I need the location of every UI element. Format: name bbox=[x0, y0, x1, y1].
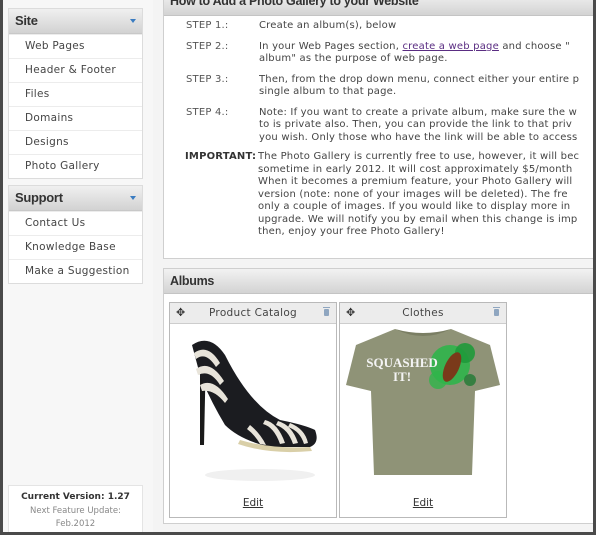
step-1: STEP 1.: Create an album(s), below bbox=[164, 20, 593, 33]
album-thumbnail-shoe[interactable] bbox=[170, 325, 336, 490]
sidebar-support-title: Support bbox=[15, 190, 63, 205]
albums-title: Albums bbox=[164, 269, 593, 294]
album-thumbnail-tshirt[interactable]: SQUASHED IT! bbox=[340, 325, 506, 490]
important-note: IMPORTANT: The Photo Gallery is currentl… bbox=[164, 151, 593, 239]
step-label: STEP 1.: bbox=[186, 20, 229, 31]
sidebar-item-knowledge-base[interactable]: Knowledge Base bbox=[9, 235, 142, 259]
album-header: ✥ Clothes bbox=[340, 303, 506, 324]
album-card-product-catalog: ✥ Product Catalog Edit bbox=[169, 302, 337, 518]
step-text: Note: If you want to create a private al… bbox=[259, 106, 578, 143]
album-card-clothes: ✥ Clothes SQUASHED IT! Edit bbox=[339, 302, 507, 518]
sidebar-item-photo-gallery[interactable]: Photo Gallery bbox=[9, 154, 142, 178]
version-info: Current Version: 1.27 Next Feature Updat… bbox=[8, 485, 143, 532]
steps-list: STEP 1.: Create an album(s), below STEP … bbox=[164, 20, 593, 239]
current-version: Current Version: 1.27 bbox=[21, 492, 130, 502]
album-name: Clothes bbox=[402, 307, 444, 319]
step-label: STEP 2.: bbox=[186, 40, 229, 52]
step-2: STEP 2.: In your Web Pages section, crea… bbox=[164, 41, 593, 66]
howto-panel: How to Add a Photo Gallery to your Websi… bbox=[163, 0, 593, 259]
step-4: STEP 4.: Note: If you want to create a p… bbox=[164, 107, 593, 145]
chevron-down-icon[interactable] bbox=[130, 196, 136, 200]
sidebar-item-make-suggestion[interactable]: Make a Suggestion bbox=[9, 259, 142, 283]
step-3: STEP 3.: Then, from the drop down menu, … bbox=[164, 74, 593, 99]
sidebar: Site Web Pages Header & Footer Files Dom… bbox=[3, 0, 153, 532]
sidebar-support-header[interactable]: Support bbox=[9, 186, 142, 211]
step-label: STEP 3.: bbox=[186, 73, 229, 85]
howto-title: How to Add a Photo Gallery to your Websi… bbox=[164, 0, 593, 16]
album-name: Product Catalog bbox=[208, 307, 298, 319]
important-text: The Photo Gallery is currently free to u… bbox=[258, 151, 580, 237]
sidebar-site-section: Site Web Pages Header & Footer Files Dom… bbox=[8, 8, 143, 179]
app-frame: Site Web Pages Header & Footer Files Dom… bbox=[3, 0, 593, 532]
step-label: STEP 4.: bbox=[186, 106, 229, 118]
sidebar-item-header-footer[interactable]: Header & Footer bbox=[9, 58, 142, 82]
sidebar-item-domains[interactable]: Domains bbox=[9, 106, 142, 130]
sidebar-site-title: Site bbox=[15, 13, 38, 28]
step-text: Then, from the drop down menu, connect e… bbox=[259, 73, 580, 98]
sidebar-item-contact-us[interactable]: Contact Us bbox=[9, 211, 142, 235]
step-text: Create an album(s), below bbox=[259, 20, 397, 31]
sidebar-site-header[interactable]: Site bbox=[9, 9, 142, 34]
move-icon[interactable]: ✥ bbox=[346, 303, 356, 323]
move-icon[interactable]: ✥ bbox=[176, 303, 186, 323]
sidebar-support-section: Support Contact Us Knowledge Base Make a… bbox=[8, 185, 143, 284]
album-header: ✥ Product Catalog bbox=[170, 303, 336, 324]
next-feature-label: Next Feature Update: bbox=[30, 506, 121, 516]
chevron-down-icon[interactable] bbox=[130, 19, 136, 23]
sidebar-item-files[interactable]: Files bbox=[9, 82, 142, 106]
next-feature-date: Feb.2012 bbox=[55, 519, 96, 529]
tshirt-print-text-2: IT! bbox=[393, 369, 411, 384]
edit-album-link[interactable]: Edit bbox=[340, 497, 506, 509]
trash-icon[interactable] bbox=[493, 307, 500, 316]
edit-album-link[interactable]: Edit bbox=[170, 497, 336, 509]
tshirt-print-text: SQUASHED bbox=[366, 355, 438, 370]
step-text: In your Web Pages section, create a web … bbox=[259, 41, 593, 66]
albums-panel: Albums ✥ Product Catalog Edit ✥ Clothes … bbox=[163, 268, 593, 524]
next-feature-update: Next Feature Update: Feb.2012 bbox=[9, 505, 142, 531]
sidebar-item-designs[interactable]: Designs bbox=[9, 130, 142, 154]
create-web-page-link[interactable]: create a web page bbox=[402, 41, 498, 52]
step-text-before: In your Web Pages section, bbox=[259, 40, 403, 52]
important-label: IMPORTANT: bbox=[185, 151, 257, 162]
trash-icon[interactable] bbox=[323, 307, 330, 316]
sidebar-item-web-pages[interactable]: Web Pages bbox=[9, 34, 142, 58]
